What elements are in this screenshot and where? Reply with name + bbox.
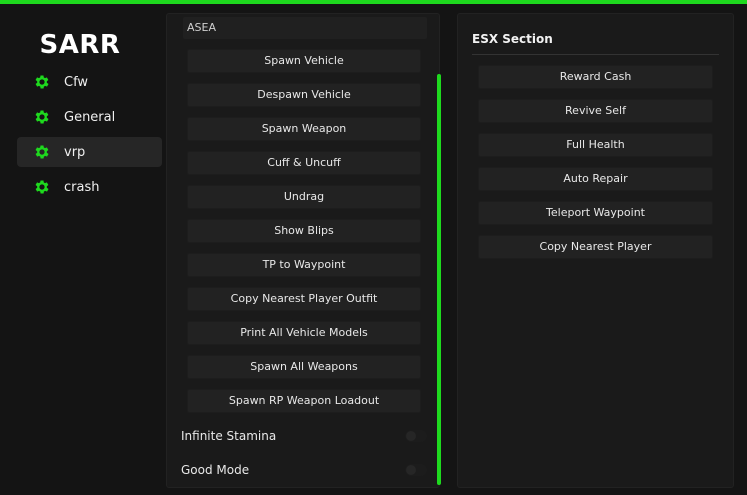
section-title: ASEA (183, 17, 427, 39)
sidebar-item-label: General (64, 109, 116, 125)
toggle-knob (406, 431, 416, 441)
sidebar-item-label: Cfw (64, 74, 89, 90)
copy-nearest-player-button[interactable]: Copy Nearest Player (478, 235, 713, 259)
scrollbar[interactable] (437, 74, 441, 485)
sidebar-item-cfw[interactable]: Cfw (17, 67, 162, 97)
despawn-vehicle-button[interactable]: Despawn Vehicle (187, 83, 421, 107)
gear-icon (35, 145, 49, 159)
show-blips-button[interactable]: Show Blips (187, 219, 421, 243)
revive-self-button[interactable]: Revive Self (478, 99, 713, 123)
teleport-waypoint-button[interactable]: Teleport Waypoint (478, 201, 713, 225)
reward-cash-button[interactable]: Reward Cash (478, 65, 713, 89)
sidebar-item-general[interactable]: General (17, 102, 162, 132)
spawn-weapon-button[interactable]: Spawn Weapon (187, 117, 421, 141)
gear-icon (35, 75, 49, 89)
app-logo: SARR (39, 30, 121, 60)
toggle-label: Infinite Stamina (181, 429, 277, 443)
sidebar-item-vrp[interactable]: vrp (17, 137, 162, 167)
print-all-vehicle-models-button[interactable]: Print All Vehicle Models (187, 321, 421, 345)
tp-to-waypoint-button[interactable]: TP to Waypoint (187, 253, 421, 277)
full-health-button[interactable]: Full Health (478, 133, 713, 157)
cuff-uncuff-button[interactable]: Cuff & Uncuff (187, 151, 421, 175)
sidebar-item-label: vrp (64, 144, 86, 160)
toggle-label: Good Mode (181, 463, 250, 477)
sidebar-item-label: crash (64, 179, 100, 195)
good-mode-toggle[interactable] (405, 464, 427, 476)
divider (472, 54, 719, 55)
sidebar: SARR Cfw General vrp crash (0, 4, 166, 495)
sidebar-item-crash[interactable]: crash (17, 172, 162, 202)
gear-icon (35, 180, 49, 194)
esx-panel: ESX Section Reward Cash Revive Self Full… (457, 13, 734, 488)
gear-icon (35, 110, 49, 124)
copy-nearest-player-outfit-button[interactable]: Copy Nearest Player Outfit (187, 287, 421, 311)
spawn-rp-weapon-loadout-button[interactable]: Spawn RP Weapon Loadout (187, 389, 421, 413)
infinite-stamina-toggle[interactable] (405, 430, 427, 442)
main-panel: ASEA Spawn Vehicle Despawn Vehicle Spawn… (166, 13, 441, 488)
spawn-all-weapons-button[interactable]: Spawn All Weapons (187, 355, 421, 379)
undrag-button[interactable]: Undrag (187, 185, 421, 209)
good-mode-row: Good Mode (181, 460, 427, 480)
toggle-knob (406, 465, 416, 475)
spawn-vehicle-button[interactable]: Spawn Vehicle (187, 49, 421, 73)
esx-section-title: ESX Section (472, 32, 553, 46)
auto-repair-button[interactable]: Auto Repair (478, 167, 713, 191)
infinite-stamina-row: Infinite Stamina (181, 426, 427, 446)
